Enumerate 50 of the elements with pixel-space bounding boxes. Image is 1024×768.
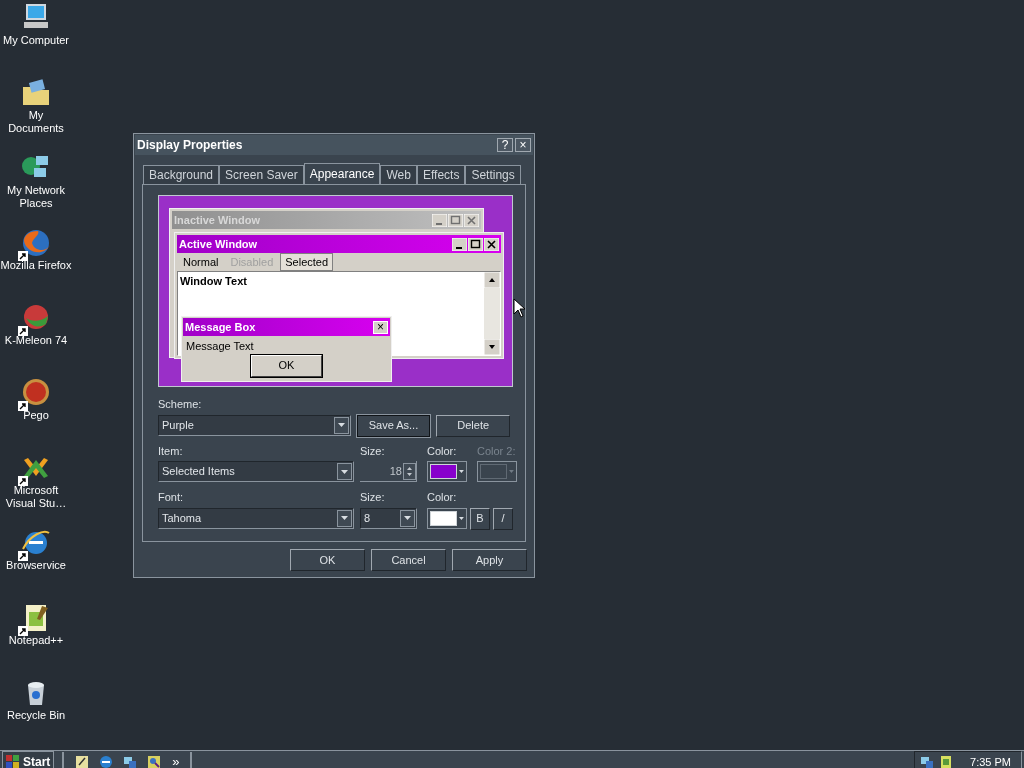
desktop-icon-label[interactable]: Pego (23, 409, 49, 422)
desktop-icon-label[interactable]: My Computer (3, 34, 69, 47)
start-button[interactable]: Start (2, 751, 55, 768)
field-label: Size: (360, 490, 386, 505)
help-button[interactable]: ? (497, 138, 513, 152)
field-label: Scheme: (158, 397, 203, 412)
desktop-icon-label[interactable]: My Network Places (0, 184, 72, 210)
cancel-button[interactable]: Cancel (371, 549, 446, 571)
window-title: Display Properties (137, 137, 243, 154)
tab[interactable]: Background (143, 165, 220, 184)
apply-button[interactable]: Apply (452, 549, 527, 571)
desktop-icon-label[interactable]: Recycle Bin (6, 709, 66, 722)
desktop-icon-label[interactable]: Browservice (6, 559, 66, 572)
font-dropdown[interactable]: Tahoma (158, 507, 354, 529)
field-label: Color: (427, 443, 458, 459)
desktop-icon-label[interactable]: My Documents (0, 109, 72, 135)
tab[interactable]: Web (380, 165, 417, 184)
message-text: Message Text (185, 339, 255, 354)
tab[interactable]: Appearance (303, 163, 381, 184)
field-label: Color: (427, 490, 458, 505)
window-title: Active Window (179, 236, 258, 252)
italic-button[interactable]: / (493, 507, 513, 530)
more-button[interactable]: » (172, 752, 180, 768)
desktop-icon-label[interactable]: Mozilla Firefox (0, 259, 72, 272)
desktop-icon-label[interactable]: Microsoft Visual Stu… (0, 484, 72, 510)
close-button[interactable]: × (515, 138, 531, 152)
field-label: Item: (158, 443, 184, 459)
tab[interactable]: Screen Saver (219, 165, 304, 184)
desktop-icon-label[interactable]: Notepad++ (8, 634, 64, 647)
window-title: Message Box (185, 319, 256, 335)
tab[interactable]: Settings (465, 165, 521, 184)
bold-button[interactable]: B (470, 507, 490, 530)
ok-button[interactable]: OK (290, 549, 365, 571)
window-text: Window Text (179, 274, 248, 289)
field-label: Size: (360, 443, 386, 459)
item-dropdown[interactable]: Selected Items (158, 461, 354, 482)
desktop-icon-label[interactable]: K-Meleon 74 (4, 334, 68, 347)
scheme-dropdown[interactable]: Purple (158, 414, 351, 436)
tab[interactable]: Effects (416, 165, 466, 184)
field-label: Color 2: (477, 443, 517, 459)
window-title: Inactive Window (174, 212, 261, 228)
close-button[interactable]: × (373, 320, 388, 334)
field-label: Font: (158, 490, 185, 505)
clock: 7:35 PM (970, 754, 1011, 768)
size-spinner[interactable]: 18 (360, 461, 417, 482)
save-as-button[interactable]: Save As... (356, 414, 431, 437)
menu-item[interactable]: Normal (178, 252, 224, 272)
ok-button[interactable]: OK (251, 354, 322, 377)
delete-button[interactable]: Delete (436, 414, 510, 437)
font-size-dropdown[interactable]: 8 (360, 507, 417, 529)
